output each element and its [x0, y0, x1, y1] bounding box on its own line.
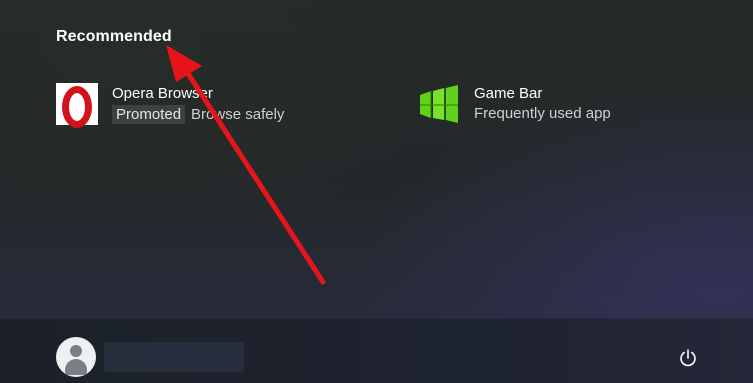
recommended-item-game-bar[interactable]: Game Bar Frequently used app	[416, 80, 646, 128]
start-menu-panel	[0, 0, 753, 318]
promoted-badge: Promoted	[112, 105, 186, 124]
game-bar-icon	[418, 83, 460, 125]
item-subtitle-row: Promoted Browse safely	[112, 105, 284, 124]
power-button[interactable]	[670, 340, 706, 376]
item-subtitle: Frequently used app	[474, 105, 611, 122]
item-subtitle-row: Frequently used app	[474, 105, 611, 122]
item-subtitle: Browse safely	[191, 106, 285, 123]
recommended-item-opera-browser[interactable]: Opera Browser Promoted Browse safely	[54, 80, 304, 128]
item-name: Game Bar	[474, 85, 543, 102]
user-account-button[interactable]	[56, 337, 256, 377]
user-avatar-icon	[56, 337, 96, 377]
recommended-heading: Recommended	[56, 28, 172, 45]
item-name: Opera Browser	[112, 85, 213, 102]
account-name-redacted	[104, 342, 244, 372]
power-icon	[680, 349, 696, 367]
opera-logo-icon	[56, 83, 98, 128]
